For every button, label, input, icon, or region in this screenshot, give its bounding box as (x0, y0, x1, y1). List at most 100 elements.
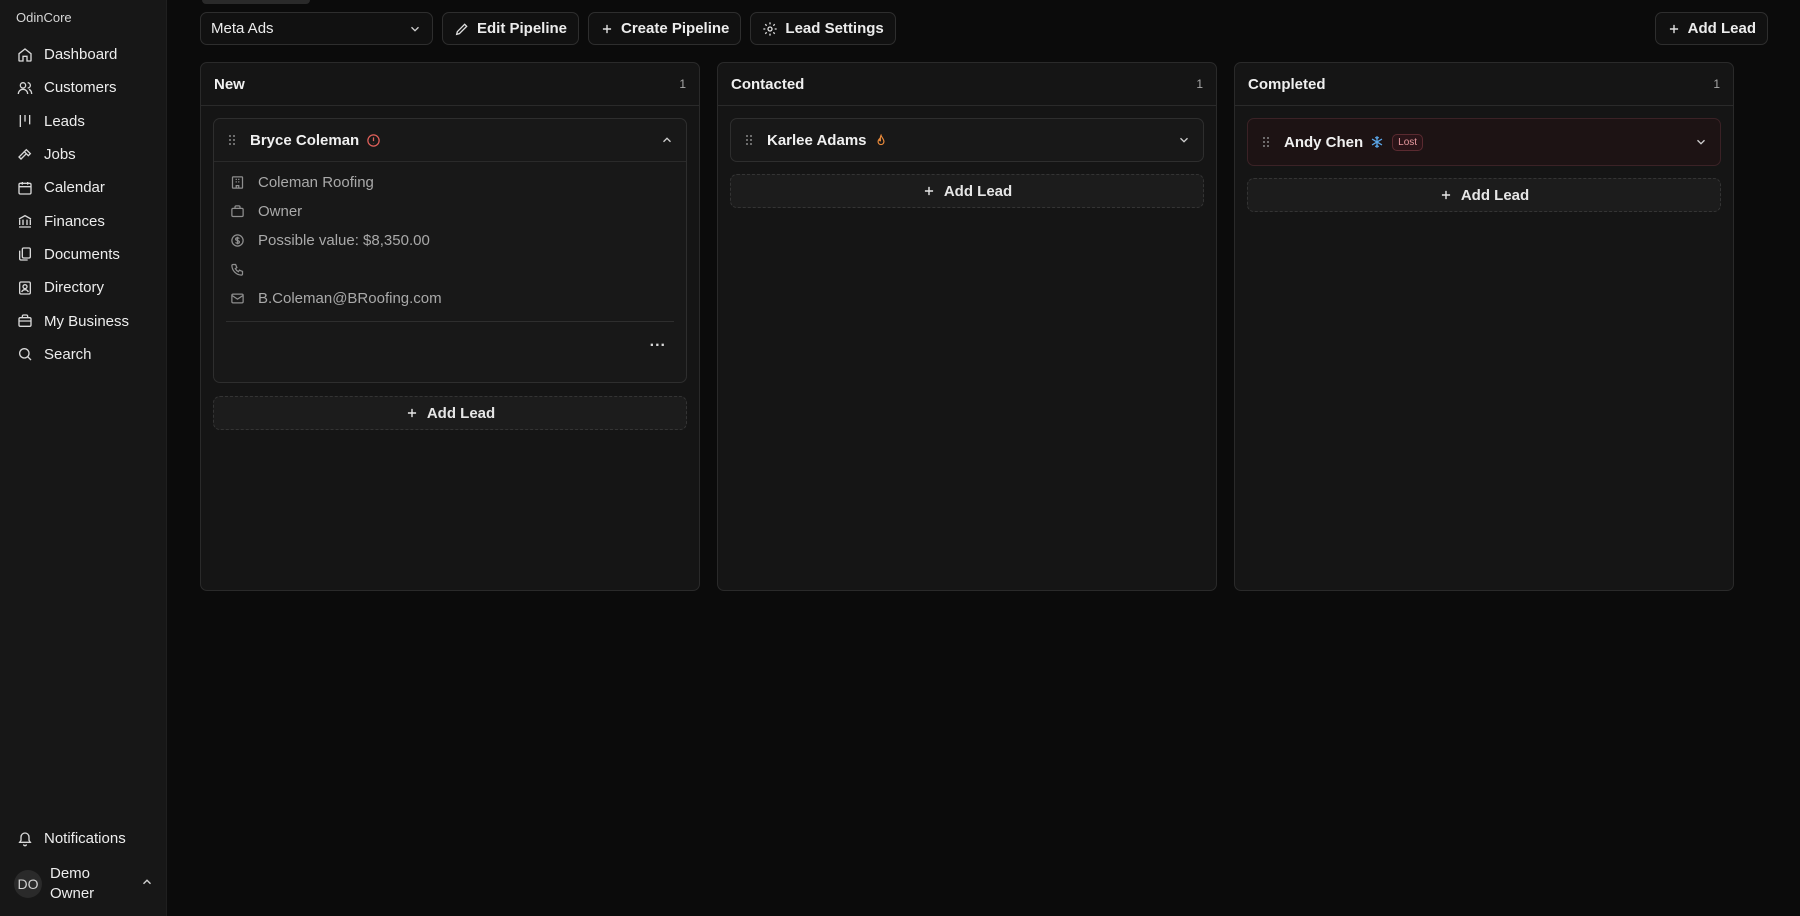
briefcase-icon (230, 204, 246, 219)
sidebar-item-label: Dashboard (44, 46, 118, 64)
dollar-circle-icon (230, 233, 246, 248)
sidebar-item-label: Leads (44, 112, 85, 130)
sidebar-item-label: Finances (44, 212, 105, 230)
toolbar: Meta Ads Edit Pipeline Create Pipeline L… (200, 12, 896, 45)
search-icon (16, 345, 34, 363)
home-icon (16, 46, 34, 64)
sidebar-nav: Dashboard Customers Leads Jobs Calendar … (0, 38, 166, 371)
hammer-icon (16, 146, 34, 164)
sidebar-item-customers[interactable]: Customers (0, 71, 166, 104)
column-add-lead-button[interactable]: Add Lead (1247, 178, 1721, 212)
lead-card-header[interactable]: Andy Chen Lost (1248, 119, 1720, 165)
sidebar-item-label: Directory (44, 279, 105, 297)
add-lead-label: Add Lead (1460, 186, 1530, 204)
sidebar-item-label: Documents (44, 245, 120, 263)
snowflake-icon (1370, 135, 1384, 149)
avatar: DO (14, 870, 42, 898)
lead-email-text[interactable]: B.Coleman@BRoofing.com (258, 290, 442, 307)
sidebar-item-jobs[interactable]: Jobs (0, 138, 166, 171)
column-header: Contacted 1 (718, 63, 1216, 106)
sidebar-item-calendar[interactable]: Calendar (0, 171, 166, 204)
chevron-down-icon (408, 22, 422, 36)
sidebar-item-my-business[interactable]: My Business (0, 304, 166, 337)
briefcase-icon (16, 312, 34, 330)
lead-name: Andy Chen (1284, 133, 1364, 151)
documents-icon (16, 245, 34, 263)
pipeline-select[interactable]: Meta Ads (200, 12, 433, 45)
plus-icon (1667, 22, 1681, 36)
status-badge: Lost (1392, 133, 1424, 151)
create-pipeline-label: Create Pipeline (621, 20, 730, 37)
lead-card-header[interactable]: Bryce Coleman (214, 119, 686, 161)
drag-handle-icon[interactable] (228, 134, 236, 146)
pipeline-column-new: New 1 Bryce Coleman Coleman Roofing Owne… (200, 62, 700, 591)
column-count: 1 (679, 77, 686, 91)
chevron-down-icon[interactable] (1694, 135, 1708, 149)
sidebar-item-search[interactable]: Search (0, 338, 166, 371)
sidebar-item-directory[interactable]: Directory (0, 271, 166, 304)
lead-card[interactable]: Andy Chen Lost (1247, 118, 1721, 166)
create-pipeline-button[interactable]: Create Pipeline (588, 12, 742, 45)
flame-icon (874, 133, 888, 148)
bell-icon (16, 830, 34, 848)
lead-value-text: Possible value: $8,350.00 (258, 232, 430, 249)
lead-settings-button[interactable]: Lead Settings (750, 12, 896, 45)
contact-book-icon (16, 279, 34, 297)
column-add-lead-button[interactable]: Add Lead (730, 174, 1204, 208)
chevron-up-icon (140, 875, 154, 894)
column-title: New (214, 75, 245, 93)
column-count: 1 (1196, 77, 1203, 91)
lead-card-header[interactable]: Karlee Adams (731, 119, 1203, 161)
sidebar-item-label: Notifications (44, 830, 126, 848)
lead-card[interactable]: Bryce Coleman Coleman Roofing Owner Poss… (213, 118, 687, 383)
lead-card[interactable]: Karlee Adams (730, 118, 1204, 162)
column-add-lead-button[interactable]: Add Lead (213, 396, 687, 430)
pipeline-column-contacted: Contacted 1 Karlee Adams Add Lead (717, 62, 1217, 591)
drag-handle-icon[interactable] (1262, 136, 1270, 148)
sidebar-item-dashboard[interactable]: Dashboard (0, 38, 166, 71)
sidebar-bottom: Notifications (0, 822, 166, 855)
alert-icon (366, 133, 381, 148)
sidebar-item-label: Customers (44, 79, 117, 97)
add-lead-label: Add Lead (1687, 20, 1756, 37)
mail-icon (230, 291, 246, 306)
add-lead-button[interactable]: Add Lead (1654, 12, 1768, 45)
calendar-icon (16, 179, 34, 197)
sidebar: OdinCore Dashboard Customers Leads Jobs … (0, 0, 167, 916)
plus-icon (1439, 188, 1453, 202)
edit-pipeline-label: Edit Pipeline (477, 20, 568, 37)
phone-icon (230, 262, 246, 277)
sidebar-item-documents[interactable]: Documents (0, 238, 166, 271)
lead-phone (214, 255, 686, 284)
column-title: Completed (1248, 75, 1326, 93)
lead-name: Bryce Coleman (250, 131, 360, 149)
more-actions-button[interactable]: ... (214, 322, 686, 362)
edit-pipeline-button[interactable]: Edit Pipeline (442, 12, 580, 45)
drag-handle-icon[interactable] (745, 134, 753, 146)
chevron-down-icon[interactable] (1177, 133, 1191, 147)
sidebar-item-label: Jobs (44, 146, 76, 164)
sidebar-item-notifications[interactable]: Notifications (0, 822, 166, 855)
lead-settings-label: Lead Settings (785, 20, 884, 37)
lead-role-text: Owner (258, 203, 303, 220)
main-content: Meta Ads Edit Pipeline Create Pipeline L… (166, 0, 1800, 916)
gear-icon (762, 21, 778, 37)
sidebar-item-label: Search (44, 345, 92, 363)
plus-icon (405, 406, 419, 420)
add-lead-label: Add Lead (426, 404, 496, 422)
column-header: New 1 (201, 63, 699, 106)
lead-role: Owner (214, 197, 686, 226)
chevron-up-icon[interactable] (660, 133, 674, 147)
pencil-icon (454, 21, 470, 37)
lead-value: Possible value: $8,350.00 (214, 226, 686, 255)
plus-icon (600, 22, 614, 36)
sidebar-item-leads[interactable]: Leads (0, 105, 166, 138)
lead-company-text: Coleman Roofing (258, 174, 374, 191)
add-lead-label: Add Lead (943, 182, 1013, 200)
user-menu[interactable]: DO Demo Owner (14, 860, 154, 908)
building-icon (230, 175, 246, 190)
lead-name: Karlee Adams (767, 131, 867, 149)
column-title: Contacted (731, 75, 805, 93)
sidebar-item-finances[interactable]: Finances (0, 204, 166, 237)
sidebar-item-label: My Business (44, 312, 130, 330)
